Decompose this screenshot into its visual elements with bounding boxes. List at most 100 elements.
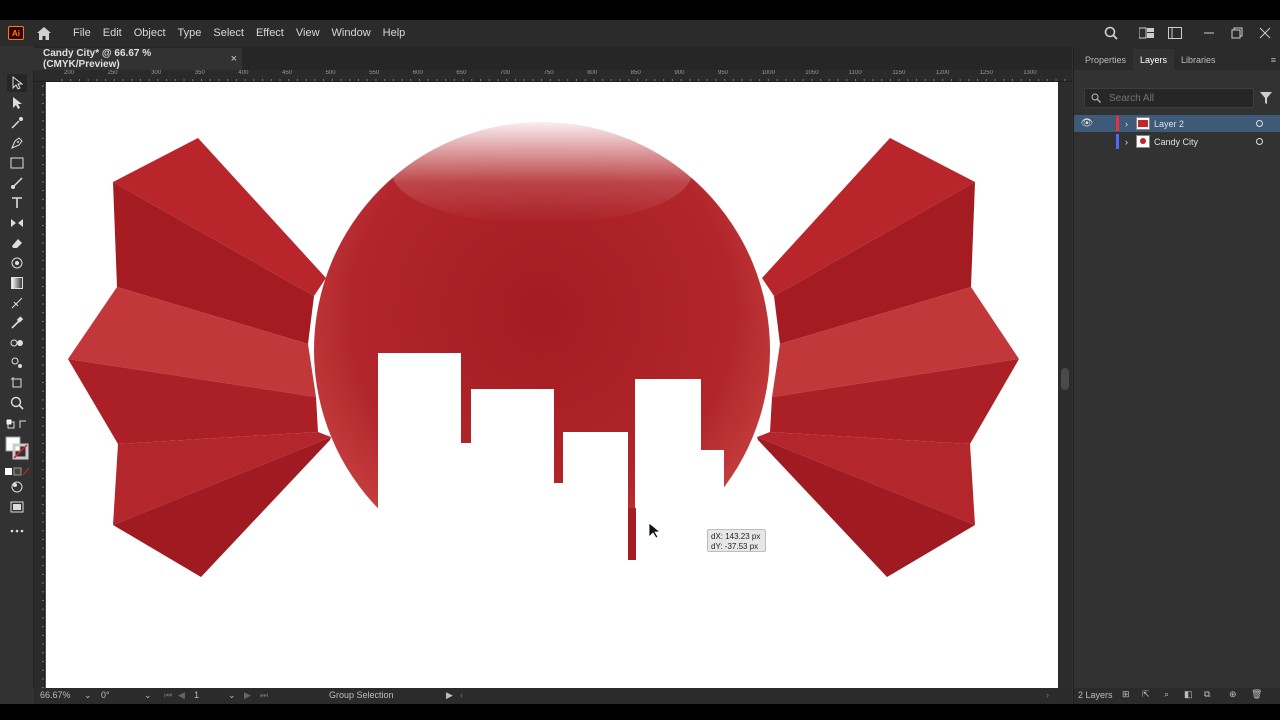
layers-panel-footer: 2 Layers ⊞ ⇱ ⌕ ◧ ⧉ ⊕ 🗑	[1074, 688, 1280, 704]
document-tab[interactable]: Candy City* @ 66.67 % (CMYK/Preview) ×	[34, 48, 242, 70]
rotation-value[interactable]: 0°	[101, 690, 110, 700]
layer-row-candy-city[interactable]: › Candy City	[1074, 133, 1280, 150]
main-menu: File Edit Object Type Select Effect View…	[67, 20, 411, 46]
locate-object-icon[interactable]: ⌕	[1164, 689, 1169, 700]
gradient-tool-icon[interactable]	[7, 274, 27, 292]
expand-chevron-icon[interactable]: ›	[1125, 137, 1128, 147]
next-artboard-icon[interactable]: ▶	[244, 690, 251, 701]
screen-mode-icon[interactable]	[7, 498, 27, 516]
last-artboard-icon[interactable]: ⏭	[260, 690, 268, 701]
artboard-number[interactable]: 1	[194, 690, 199, 700]
search-icon	[1091, 93, 1101, 103]
menu-help[interactable]: Help	[377, 20, 412, 46]
rotation-dropdown-icon[interactable]: ⌄	[144, 690, 152, 701]
zoom-dropdown-icon[interactable]: ⌄	[84, 690, 92, 701]
scrollbar-thumb[interactable]	[1061, 368, 1069, 390]
layer-name[interactable]: Layer 2	[1154, 119, 1184, 129]
document-tab-bar: Candy City* @ 66.67 % (CMYK/Preview) ×	[34, 46, 1072, 70]
workspace-icon[interactable]	[1136, 22, 1158, 44]
minimize-icon[interactable]	[1198, 22, 1220, 44]
new-layer-icon[interactable]: ⊕	[1229, 689, 1237, 700]
app-logo: Ai	[8, 26, 24, 40]
vertical-scrollbar[interactable]	[1058, 82, 1072, 688]
artboard-dropdown-icon[interactable]: ⌄	[228, 690, 236, 701]
menu-file[interactable]: File	[67, 20, 97, 46]
tab-properties[interactable]: Properties	[1078, 55, 1133, 70]
city-skyline[interactable]	[378, 353, 724, 688]
filter-icon[interactable]	[1260, 91, 1272, 109]
menu-object[interactable]: Object	[128, 20, 172, 46]
delta-y: dY: -37.53 px	[711, 542, 759, 551]
zoom-tool-icon[interactable]	[7, 394, 27, 412]
collect-export-icon[interactable]: ⊞	[1122, 689, 1130, 700]
menu-type[interactable]: Type	[172, 20, 208, 46]
menu-edit[interactable]: Edit	[97, 20, 128, 46]
close-window-icon[interactable]	[1254, 22, 1276, 44]
status-menu-arrow-icon[interactable]: ▶	[446, 690, 453, 701]
visibility-eye-icon[interactable]: 👁	[1074, 118, 1100, 129]
layer-color-swatch	[1116, 134, 1119, 149]
left-wrapper[interactable]	[68, 138, 331, 577]
move-delta-tooltip: dX: 143.23 px dY: -37.53 px	[707, 529, 766, 552]
magic-wand-icon[interactable]	[7, 114, 27, 132]
menu-effect[interactable]: Effect	[250, 20, 290, 46]
layers-search[interactable]	[1084, 88, 1254, 108]
zoom-level[interactable]: 66.67%	[40, 690, 71, 700]
layer-name[interactable]: Candy City	[1154, 137, 1198, 147]
close-tab-icon[interactable]: ×	[231, 53, 237, 65]
layer-count: 2 Layers	[1078, 690, 1113, 700]
symbol-sprayer-icon[interactable]	[7, 354, 27, 372]
prev-artboard-icon[interactable]: ◀	[178, 690, 185, 701]
arrange-documents-icon[interactable]	[1164, 22, 1186, 44]
menu-view[interactable]: View	[290, 20, 326, 46]
blend-tool-icon[interactable]	[7, 334, 27, 352]
pen-tool-icon[interactable]	[7, 134, 27, 152]
new-sublayer-icon[interactable]: ⧉	[1204, 689, 1210, 700]
artboard[interactable]	[46, 82, 1058, 688]
swap-colors-icon[interactable]	[4, 416, 30, 434]
horizontal-ruler: 200 250 300 350 400 450 500 550 600 650 700 750 800 8…	[34, 70, 1072, 82]
mesh-tool-icon[interactable]	[7, 294, 27, 312]
window-controls	[1094, 20, 1280, 46]
candy-city-artwork[interactable]	[46, 82, 1058, 688]
first-artboard-icon[interactable]: ⏮	[164, 690, 172, 701]
right-wrapper[interactable]	[757, 138, 1019, 577]
paintbrush-tool-icon[interactable]	[7, 174, 27, 192]
eraser-tool-icon[interactable]	[7, 234, 27, 252]
layer-row-layer-2[interactable]: 👁 › Layer 2	[1074, 115, 1280, 132]
menu-bar: Ai File Edit Object Type Select Effect V…	[0, 20, 1280, 46]
reflect-tool-icon[interactable]	[7, 214, 27, 232]
tab-libraries[interactable]: Libraries	[1174, 55, 1223, 70]
menu-select[interactable]: Select	[207, 20, 250, 46]
expand-chevron-icon[interactable]: ›	[1125, 119, 1128, 129]
rectangle-tool-icon[interactable]	[7, 154, 27, 172]
layers-panel: Properties Layers Libraries ≡ 👁 › Layer …	[1073, 46, 1280, 704]
hscroll-left-icon[interactable]: ‹	[460, 690, 463, 700]
layers-search-input[interactable]	[1109, 92, 1239, 104]
canvas-area[interactable]: dX: 143.23 px dY: -37.53 px	[45, 82, 1072, 688]
restore-icon[interactable]	[1226, 22, 1248, 44]
more-tools-icon[interactable]	[7, 522, 27, 540]
draw-mode-icon[interactable]	[7, 478, 27, 496]
status-bar: 66.67% ⌄ 0° ⌄ ⏮ ◀ 1 ⌄ ▶ ⏭ Group Selectio…	[34, 688, 1072, 704]
type-tool-icon[interactable]	[7, 194, 27, 212]
home-icon[interactable]	[35, 24, 53, 42]
panel-menu-icon[interactable]: ≡	[1264, 55, 1280, 70]
shape-builder-tool-icon[interactable]	[7, 254, 27, 272]
vertical-ruler	[34, 82, 45, 688]
clipping-mask-icon[interactable]: ◧	[1184, 689, 1193, 700]
hscroll-right-icon[interactable]: ›	[1046, 690, 1049, 700]
selection-tool-icon[interactable]	[7, 74, 27, 92]
delete-layer-icon[interactable]: 🗑	[1251, 689, 1262, 700]
search-icon[interactable]	[1100, 22, 1122, 44]
menu-window[interactable]: Window	[326, 20, 377, 46]
artboard-tool-icon[interactable]	[7, 374, 27, 392]
direct-selection-tool-icon[interactable]	[7, 94, 27, 112]
target-circle-icon[interactable]	[1256, 120, 1263, 127]
fill-stroke-swatch[interactable]	[4, 436, 30, 460]
layer-thumbnail	[1136, 135, 1150, 148]
export-icon[interactable]: ⇱	[1142, 689, 1150, 700]
tab-layers[interactable]: Layers	[1133, 49, 1175, 70]
eyedropper-tool-icon[interactable]	[7, 314, 27, 332]
target-circle-icon[interactable]	[1256, 138, 1263, 145]
